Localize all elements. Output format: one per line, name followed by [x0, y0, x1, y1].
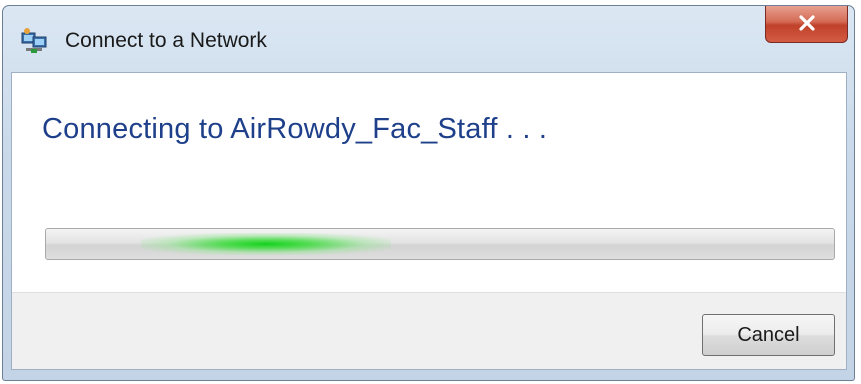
- cancel-button[interactable]: Cancel: [702, 314, 835, 356]
- dialog-footer: Cancel: [12, 292, 846, 369]
- close-icon: [799, 15, 815, 31]
- title-bar[interactable]: Connect to a Network: [3, 6, 854, 72]
- content-area: Connecting to AirRowdy_Fac_Staff . . .: [12, 73, 846, 292]
- network-icon: [20, 27, 48, 55]
- connecting-status-heading: Connecting to AirRowdy_Fac_Staff . . .: [42, 113, 548, 145]
- progress-indicator: [141, 233, 391, 255]
- connect-dialog: Connect to a Network Connecting to AirRo…: [2, 5, 855, 381]
- dialog-body: Connecting to AirRowdy_Fac_Staff . . . C…: [11, 72, 847, 370]
- connection-progress-bar: [45, 228, 835, 260]
- close-button[interactable]: [765, 6, 848, 43]
- window-title: Connect to a Network: [65, 29, 267, 52]
